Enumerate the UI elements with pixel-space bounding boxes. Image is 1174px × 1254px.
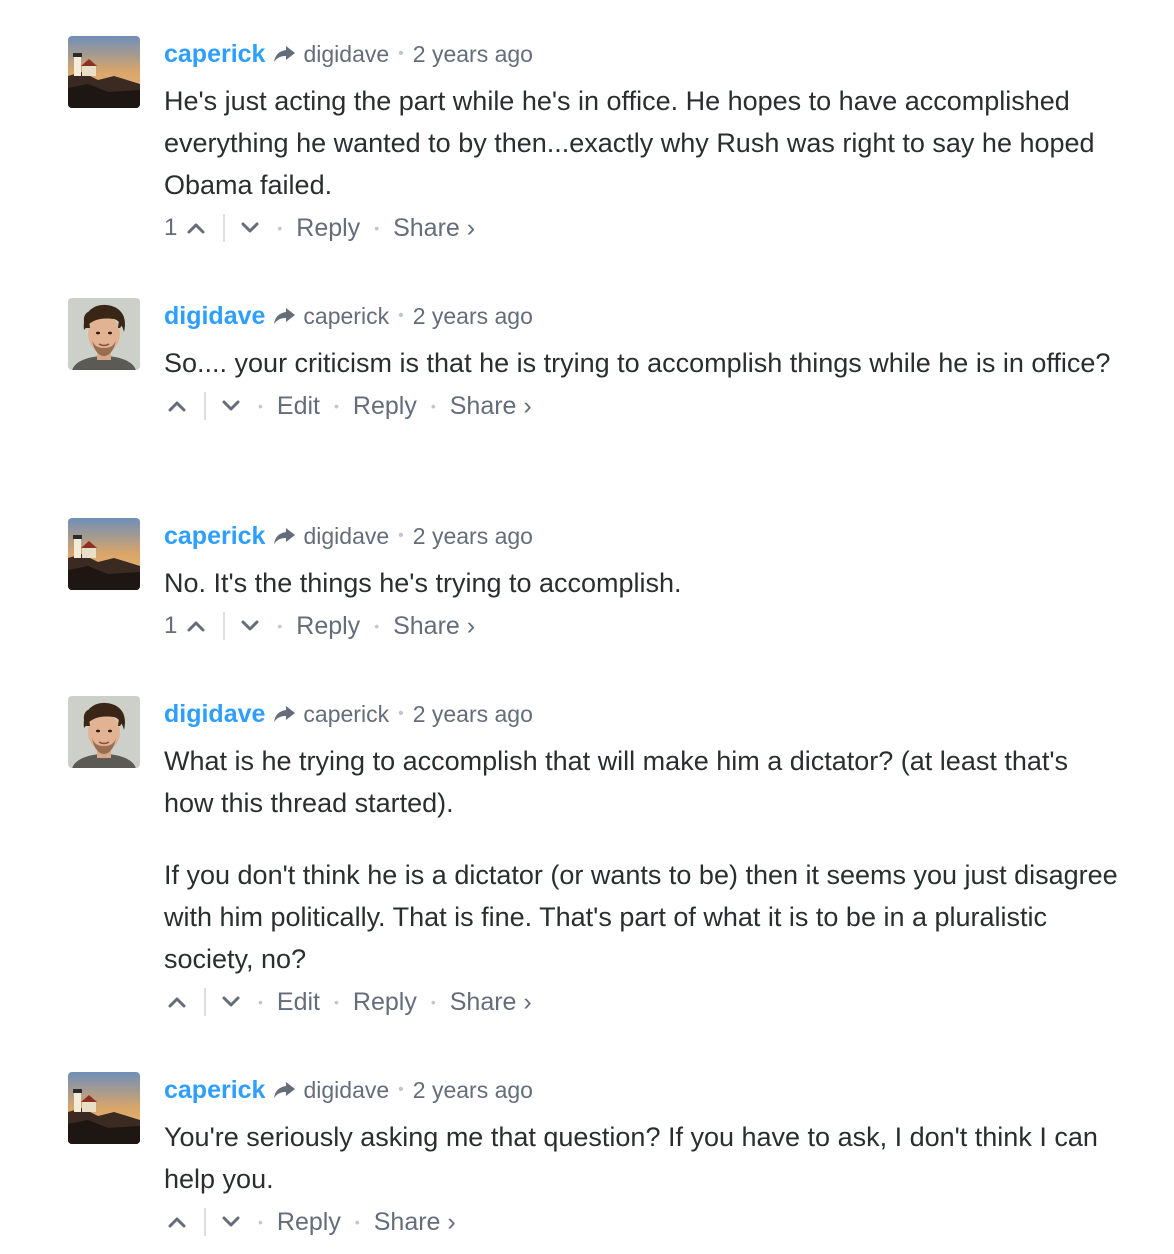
- upvote-button[interactable]: [164, 391, 190, 421]
- comment-paragraph: So.... your criticism is that he is tryi…: [164, 348, 1111, 378]
- parent-author-link[interactable]: caperick: [303, 303, 389, 330]
- comment-paragraph: If you don't think he is a dictator (or …: [164, 860, 1118, 974]
- reply-button[interactable]: Reply: [296, 612, 360, 641]
- reply-arrow-icon: [273, 704, 297, 724]
- footer-separator: •: [334, 994, 339, 1010]
- downvote-button[interactable]: [218, 391, 244, 421]
- vote-divider: [223, 214, 226, 242]
- downvote-button[interactable]: [237, 611, 263, 641]
- timestamp-link[interactable]: 2 years ago: [413, 41, 533, 68]
- meta-separator: •: [398, 1081, 404, 1098]
- parent-author-link[interactable]: caperick: [303, 701, 389, 728]
- author-link[interactable]: caperick: [164, 40, 265, 69]
- meta-separator: •: [398, 527, 404, 544]
- footer-separator: •: [374, 618, 380, 634]
- downvote-button[interactable]: [218, 987, 244, 1017]
- reply-button[interactable]: Reply: [277, 1208, 341, 1237]
- timestamp-link[interactable]: 2 years ago: [413, 523, 533, 550]
- comment-header: caperick digidave • 2 years ago: [164, 36, 1124, 72]
- author-link[interactable]: digidave: [164, 700, 265, 729]
- vote-count: 1: [164, 214, 178, 241]
- reply-arrow-icon: [273, 44, 297, 64]
- reply-button[interactable]: Reply: [353, 988, 417, 1017]
- comment-text: He's just acting the part while he's in …: [164, 80, 1124, 206]
- footer-separator: •: [334, 398, 339, 414]
- reply-button[interactable]: Reply: [296, 214, 360, 243]
- edit-button[interactable]: Edit: [277, 988, 320, 1017]
- comment-paragraph: You're seriously asking me that question…: [164, 1122, 1098, 1194]
- timestamp-link[interactable]: 2 years ago: [413, 303, 533, 330]
- comment-header: digidave caperick • 2 years ago: [164, 298, 1124, 334]
- vote-divider: [204, 1208, 206, 1236]
- comment-header: caperick digidave • 2 years ago: [164, 518, 1124, 554]
- footer-separator: •: [258, 398, 263, 414]
- footer-separator: •: [430, 994, 436, 1010]
- comment-body: caperick digidave • 2 years ago No. It's…: [164, 518, 1124, 646]
- comment-footer: • Reply • Share ›: [164, 1202, 1124, 1242]
- comment-header: digidave caperick • 2 years ago: [164, 696, 1124, 732]
- comment-footer: 1 • Reply • Share ›: [164, 208, 1124, 248]
- footer-separator: •: [258, 994, 263, 1010]
- edit-button[interactable]: Edit: [277, 392, 320, 421]
- man-avatar[interactable]: [68, 696, 140, 768]
- footer-separator: •: [354, 1214, 360, 1230]
- parent-author-link[interactable]: digidave: [303, 41, 389, 68]
- comment-paragraph: What is he trying to accomplish that wil…: [164, 746, 1069, 818]
- comment-footer: • Edit • Reply • Share ›: [164, 982, 1124, 1022]
- author-link[interactable]: digidave: [164, 302, 265, 331]
- upvote-button[interactable]: [164, 1207, 190, 1237]
- parent-author-link[interactable]: digidave: [303, 523, 389, 550]
- meta-separator: •: [398, 705, 404, 722]
- comment-header: caperick digidave • 2 years ago: [164, 1072, 1124, 1108]
- author-link[interactable]: caperick: [164, 1076, 265, 1105]
- share-button[interactable]: Share ›: [450, 988, 532, 1017]
- parent-author-link[interactable]: digidave: [303, 1077, 389, 1104]
- downvote-button[interactable]: [218, 1207, 244, 1237]
- footer-separator: •: [277, 220, 283, 236]
- comment-footer: 1 • Reply • Share ›: [164, 606, 1124, 646]
- comment-text: What is he trying to accomplish that wil…: [164, 740, 1124, 980]
- comment-text: You're seriously asking me that question…: [164, 1116, 1124, 1200]
- timestamp-link[interactable]: 2 years ago: [413, 1077, 533, 1104]
- footer-separator: •: [374, 220, 380, 236]
- comment-text: So.... your criticism is that he is tryi…: [164, 342, 1124, 384]
- meta-separator: •: [398, 45, 404, 62]
- footer-separator: •: [258, 1214, 263, 1230]
- vote-count: 1: [164, 612, 178, 639]
- comment-footer: • Edit • Reply • Share ›: [164, 386, 1124, 426]
- comment-paragraph: He's just acting the part while he's in …: [164, 86, 1095, 200]
- share-button[interactable]: Share ›: [393, 214, 475, 243]
- lighthouse-avatar[interactable]: [68, 36, 140, 108]
- reply-arrow-icon: [273, 306, 297, 326]
- downvote-button[interactable]: [237, 213, 263, 243]
- comment-paragraph: No. It's the things he's trying to accom…: [164, 568, 682, 598]
- share-button[interactable]: Share ›: [393, 612, 475, 641]
- reply-arrow-icon: [273, 526, 297, 546]
- share-button[interactable]: Share ›: [374, 1208, 456, 1237]
- vote-divider: [204, 392, 206, 420]
- lighthouse-avatar[interactable]: [68, 1072, 140, 1144]
- author-link[interactable]: caperick: [164, 522, 265, 551]
- timestamp-link[interactable]: 2 years ago: [413, 701, 533, 728]
- man-avatar[interactable]: [68, 298, 140, 370]
- footer-separator: •: [277, 618, 283, 634]
- comment-body: caperick digidave • 2 years ago You're s…: [164, 1072, 1124, 1242]
- upvote-button[interactable]: [164, 987, 190, 1017]
- reply-button[interactable]: Reply: [353, 392, 417, 421]
- upvote-button[interactable]: [183, 213, 209, 243]
- reply-arrow-icon: [273, 1080, 297, 1100]
- vote-divider: [204, 988, 206, 1016]
- comment-text: No. It's the things he's trying to accom…: [164, 562, 1124, 604]
- lighthouse-avatar[interactable]: [68, 518, 140, 590]
- upvote-button[interactable]: [183, 611, 209, 641]
- comment-body: digidave caperick • 2 years ago So.... y…: [164, 298, 1124, 426]
- comment-body: digidave caperick • 2 years ago What is …: [164, 696, 1124, 1022]
- footer-separator: •: [430, 398, 436, 414]
- meta-separator: •: [398, 307, 404, 324]
- share-button[interactable]: Share ›: [450, 392, 532, 421]
- comment-body: caperick digidave • 2 years ago He's jus…: [164, 36, 1124, 248]
- vote-divider: [223, 612, 226, 640]
